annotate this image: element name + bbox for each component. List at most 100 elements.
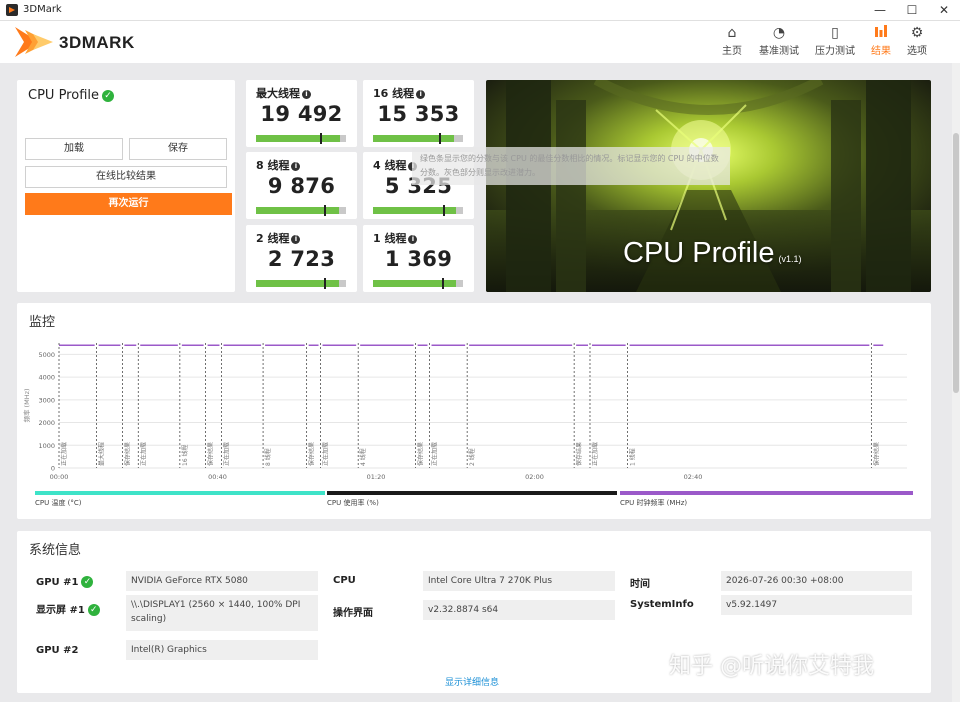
score-bar-fill — [373, 135, 454, 142]
gpu1-value: NVIDIA GeForce RTX 5080 — [126, 571, 318, 591]
score-bar-fill — [256, 207, 339, 214]
rerun-button[interactable]: 再次运行 — [25, 193, 232, 215]
y-tick-label: 2000 — [38, 419, 55, 427]
score-card: 1 线程 i 1 369 — [363, 225, 474, 292]
score-bar — [256, 133, 346, 144]
gui-value: v2.32.8874 s64 — [423, 600, 615, 620]
3dmark-logo: 3DMARK — [15, 27, 155, 57]
event-marker-label: 保存结果 — [123, 442, 131, 466]
gui-label: 操作界面 — [333, 608, 373, 619]
y-tick-label: 4000 — [38, 374, 55, 382]
maximize-button[interactable]: ☐ — [896, 0, 928, 21]
event-marker-label: 4 线程 — [359, 448, 367, 466]
score-bar — [373, 278, 463, 289]
score-card: 最大线程 i 19 492 — [246, 80, 357, 147]
show-details-link[interactable]: 显示详细信息 — [445, 675, 499, 688]
score-label: 16 线程 i — [373, 85, 426, 101]
display1-label: 显示屏 #1 ✓ — [36, 601, 100, 616]
score-value: 2 723 — [267, 247, 336, 271]
save-button[interactable]: 保存 — [129, 138, 227, 160]
close-button[interactable]: ✕ — [928, 0, 960, 21]
profile-card: CPU Profile ✓ 加载 保存 在线比较结果 再次运行 — [17, 80, 235, 292]
cpu-value: Intel Core Ultra 7 270K Plus — [423, 571, 615, 591]
nav-benchmarks[interactable]: ◔ 基准测试 — [756, 24, 802, 57]
hero-title: CPU Profile (v1.1) — [623, 237, 802, 270]
minimize-button[interactable]: — — [864, 0, 896, 21]
monitoring-title: 监控 — [29, 315, 56, 330]
y-tick-label: 5000 — [38, 351, 55, 359]
nav-home[interactable]: ⌂ 主页 — [718, 24, 746, 57]
legend-clock[interactable]: CPU 时钟频率 (MHz) — [620, 498, 687, 508]
time-label: 时间 — [630, 579, 650, 590]
score-median-marker — [442, 278, 445, 289]
score-value: 1 369 — [384, 247, 453, 271]
y-tick-label: 1000 — [38, 442, 55, 450]
score-label: 8 线程 i — [256, 157, 301, 173]
event-marker-label: 正在加载 — [139, 442, 147, 466]
nav-stress-tests[interactable]: ▯ 压力测试 — [812, 24, 858, 57]
score-card: 16 线程 i 15 353 — [363, 80, 474, 147]
event-marker-label: 8 线程 — [264, 448, 272, 466]
score-label: 1 线程 i — [373, 230, 418, 246]
vertical-scrollbar[interactable] — [952, 63, 960, 702]
score-median-marker — [443, 205, 446, 216]
event-marker-label: 最大线程 — [98, 442, 106, 466]
score-value: 19 492 — [260, 102, 343, 126]
gpu2-value: Intel(R) Graphics — [126, 640, 318, 660]
nav-options-label: 选项 — [907, 46, 927, 57]
info-icon[interactable]: i — [416, 89, 426, 99]
x-tick-label: 01:20 — [367, 473, 386, 481]
monitoring-chart: 0 1000 2000 3000 4000 5000 00:00 00:40 01:20 02:0… — [22, 343, 907, 481]
app-header: 3DMARK ⌂ 主页 ◔ 基准测试 ▯ 压力测试 结果 ⚙ 选项 — [0, 21, 960, 63]
y-tick-label: 0 — [51, 465, 55, 473]
profile-title: CPU Profile ✓ — [28, 88, 114, 103]
info-icon[interactable]: i — [291, 161, 301, 171]
score-bar — [373, 205, 463, 216]
score-bar-fill — [256, 135, 340, 142]
nav-stress-tests-label: 压力测试 — [815, 46, 855, 57]
x-tick-label: 02:40 — [684, 473, 703, 481]
info-icon[interactable]: i — [302, 89, 311, 99]
systeminfo-value: v5.92.1497 — [721, 595, 912, 615]
event-marker-label: 正在加载 — [222, 442, 230, 466]
watermark: 知乎 @听说你艾特我 — [669, 654, 874, 679]
hero-version: (v1.1) — [778, 254, 802, 264]
stress-chart-icon: ▯ — [831, 25, 839, 41]
gpu2-label: GPU #2 — [36, 645, 79, 656]
event-marker-label: 保存结果 — [207, 442, 215, 466]
event-marker-label: 保存结果 — [417, 442, 425, 466]
score-value: 15 353 — [377, 102, 460, 126]
score-median-marker — [438, 133, 441, 144]
score-label: 4 线程i — [373, 157, 418, 173]
display1-value: \\.\DISPLAY1 (2560 × 1440, 100% DPI scal… — [126, 595, 318, 631]
score-median-marker — [319, 133, 322, 144]
score-card: 2 线程 i 2 723 — [246, 225, 357, 292]
nav-results[interactable]: 结果 — [868, 24, 894, 57]
time-value: 2026-07-26 00:30 +08:00 — [721, 571, 912, 591]
cpu-label: CPU — [333, 575, 356, 586]
check-icon: ✓ — [87, 604, 100, 616]
event-marker-label: 1 线程 — [629, 448, 637, 466]
score-bar — [373, 133, 463, 144]
info-icon[interactable]: i — [408, 234, 418, 244]
info-icon[interactable]: i — [291, 234, 301, 244]
check-icon: ✓ — [102, 89, 114, 102]
event-marker-label: 正在加载 — [322, 442, 330, 466]
score-card: 8 线程 i 9 876 — [246, 152, 357, 219]
y-axis-label: 频率 (MHz) — [22, 388, 31, 422]
window-title: 3DMark — [23, 4, 62, 15]
system-info-title: 系统信息 — [29, 543, 82, 558]
score-bar — [256, 278, 346, 289]
legend-usage[interactable]: CPU 使用率 (%) — [327, 498, 379, 508]
profile-title-text: CPU Profile — [28, 88, 99, 103]
compare-online-button[interactable]: 在线比较结果 — [25, 166, 227, 188]
y-tick-label: 3000 — [38, 396, 55, 404]
x-tick-label: 00:40 — [208, 473, 227, 481]
hero-title-text: CPU Profile — [623, 237, 775, 269]
event-marker-label: 保存结果 — [575, 442, 583, 466]
scrollbar-thumb[interactable] — [953, 133, 959, 393]
x-tick-label: 02:00 — [525, 473, 544, 481]
load-button[interactable]: 加载 — [25, 138, 123, 160]
legend-temp[interactable]: CPU 温度 (°C) — [35, 498, 82, 508]
nav-options[interactable]: ⚙ 选项 — [904, 24, 930, 57]
